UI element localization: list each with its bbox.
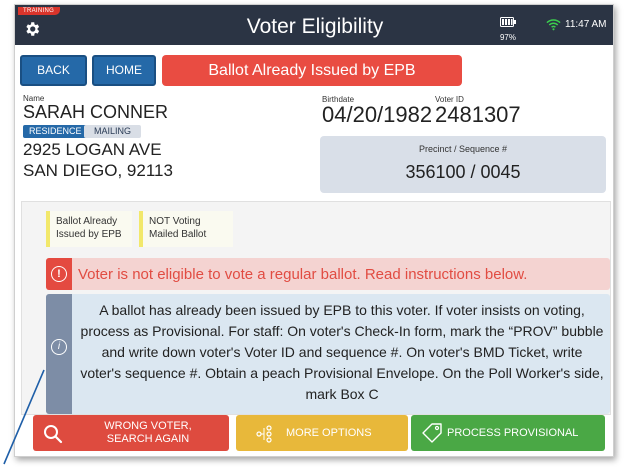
- alert-circle-icon: !: [51, 266, 67, 282]
- precinct-sequence: 356100 / 0045: [405, 162, 521, 182]
- page-title: Voter Eligibility: [246, 15, 384, 38]
- reason-line: NOT Voting: [149, 216, 201, 227]
- voter-name: SARAH CONNER: [23, 102, 169, 122]
- process-provisional-button[interactable]: PROCESS PROVISIONAL: [411, 415, 605, 451]
- tag-icon: [422, 423, 442, 443]
- reason-tag: Ballot Already Issued by EPB: [46, 211, 132, 247]
- instructions-text: A ballot has already been issued by EPB …: [80, 302, 604, 402]
- more-options-button[interactable]: MORE OPTIONS: [236, 415, 408, 451]
- battery-icon: [500, 17, 516, 27]
- training-badge: TRAINING: [18, 7, 61, 15]
- options-icon: [256, 425, 272, 443]
- more-options-label: MORE OPTIONS: [286, 427, 372, 439]
- tab-mailing[interactable]: MAILING: [84, 125, 142, 138]
- battery-percent: 97%: [499, 33, 516, 42]
- battery-indicator: 97%: [495, 14, 521, 42]
- reason-line: Ballot Already: [56, 216, 118, 227]
- process-provisional-label: PROCESS PROVISIONAL: [447, 427, 579, 439]
- voter-id: 2481307: [435, 102, 521, 127]
- status-banner: Ballot Already Issued by EPB: [162, 55, 462, 86]
- search-icon: [44, 425, 63, 444]
- reason-line: Mailed Ballot: [149, 229, 207, 240]
- error-message: Voter is not eligible to vote a regular …: [78, 266, 528, 283]
- address-line-2: SAN DIEGO, 92113: [23, 161, 173, 180]
- home-button[interactable]: HOME: [92, 55, 156, 86]
- app-window: TRAINING Voter Eligibility 97% 11:47 AM …: [14, 4, 614, 457]
- wrong-voter-label: WRONG VOTER, SEARCH AGAIN: [88, 420, 208, 446]
- address-line-1: 2925 LOGAN AVE: [23, 140, 162, 159]
- info-icon-bar: i: [46, 294, 72, 414]
- back-button[interactable]: BACK: [20, 55, 87, 86]
- wifi-icon: [546, 19, 561, 31]
- voter-birthdate: 04/20/1982: [322, 102, 433, 127]
- clock: 11:47 AM: [565, 19, 607, 30]
- title-bar: TRAINING Voter Eligibility 97% 11:47 AM: [15, 5, 613, 45]
- info-circle-icon: i: [51, 339, 67, 355]
- wrong-voter-line-2: SEARCH AGAIN: [106, 433, 190, 445]
- tab-residence[interactable]: RESIDENCE: [23, 125, 88, 138]
- wrong-voter-line-1: WRONG VOTER,: [104, 420, 192, 432]
- wrong-voter-button[interactable]: WRONG VOTER, SEARCH AGAIN: [33, 415, 229, 451]
- precinct-box: Precinct / Sequence # 356100 / 0045: [320, 136, 606, 193]
- eligibility-panel: Ballot Already Issued by EPB NOT Voting …: [21, 201, 611, 415]
- reason-tag: NOT Voting Mailed Ballot: [139, 211, 233, 247]
- precinct-label: Precinct / Sequence #: [418, 144, 508, 154]
- info-alert[interactable]: i A ballot has already been issued by EP…: [46, 294, 610, 414]
- reason-line: Issued by EPB: [56, 229, 122, 240]
- error-alert: ! Voter is not eligible to vote a regula…: [46, 258, 610, 290]
- alert-icon-bar: !: [46, 258, 72, 290]
